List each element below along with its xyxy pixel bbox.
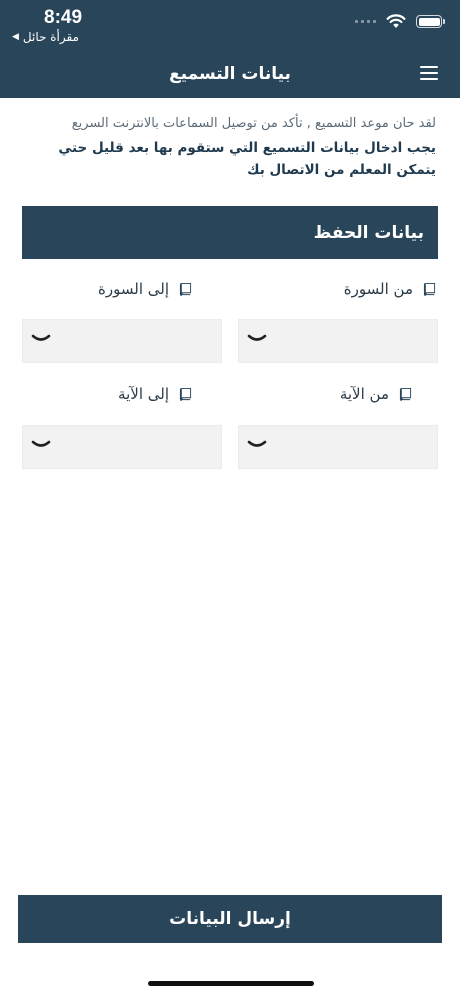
status-time: 8:49 [44, 7, 83, 28]
hamburger-menu-icon[interactable] [420, 66, 438, 80]
from-ayah-select[interactable] [238, 425, 438, 469]
chevron-down-icon [31, 440, 51, 447]
page-title: بيانات التسميع [169, 64, 291, 84]
to-ayah-label-text: إلى الآية [118, 385, 169, 403]
book-icon [399, 387, 412, 401]
top-bar: 8:49 ◀ مقرأة حائل بيانات التسميع [0, 0, 460, 98]
cellular-signal-icon [355, 20, 376, 23]
battery-icon [416, 15, 445, 28]
submit-button[interactable]: إرسال البيانات [18, 895, 442, 943]
to-ayah-label: إلى الآية [118, 385, 192, 403]
to-surah-select[interactable] [22, 319, 222, 363]
status-indicators [355, 14, 445, 29]
section-header: بيانات الحفظ [22, 206, 438, 259]
section-title: بيانات الحفظ [313, 222, 424, 243]
from-ayah-label: من الآية [340, 385, 412, 403]
notice-text: لقد حان موعد التسميع , تأكد من توصيل الس… [71, 116, 436, 131]
from-surah-select[interactable] [238, 319, 438, 363]
book-icon [179, 282, 192, 296]
book-icon [179, 387, 192, 401]
back-app-label: مقرأة حائل [22, 30, 79, 44]
chevron-down-icon [247, 440, 267, 447]
book-icon [423, 282, 436, 296]
back-triangle-icon: ◀ [12, 32, 19, 42]
to-surah-label-text: إلى السورة [98, 280, 169, 298]
submit-button-label: إرسال البيانات [169, 909, 291, 929]
wifi-icon [386, 14, 406, 28]
intro-text: لقد حان موعد التسميع , تأكد من توصيل الس… [22, 114, 436, 181]
from-surah-label-text: من السورة [343, 280, 413, 298]
home-indicator[interactable] [148, 981, 314, 986]
instruction-text: يجب ادخال بيانات التسميع التي ستقوم بها … [58, 140, 436, 178]
to-surah-label: إلى السورة [98, 280, 192, 298]
chevron-down-icon [31, 334, 51, 341]
chevron-down-icon [247, 334, 267, 341]
from-ayah-label-text: من الآية [339, 385, 389, 403]
to-ayah-select[interactable] [22, 425, 222, 469]
from-surah-label: من السورة [344, 280, 436, 298]
back-to-app-link[interactable]: ◀ مقرأة حائل [12, 30, 79, 44]
